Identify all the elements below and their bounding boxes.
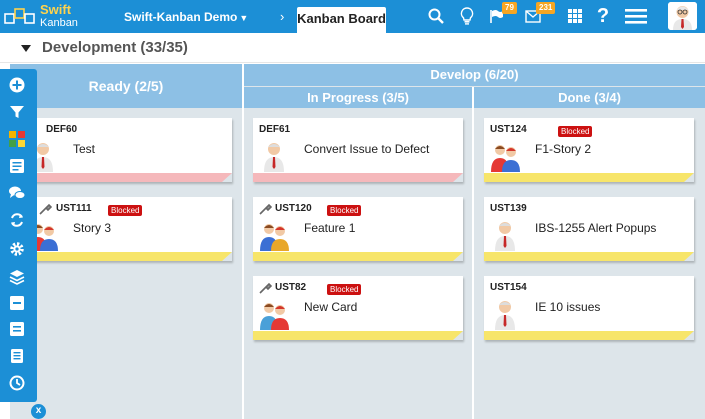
card-title: Convert Issue to Defect: [304, 142, 430, 156]
assignee-avatar: [495, 301, 515, 330]
chevron-down-icon: ▼: [239, 13, 249, 23]
help-icon[interactable]: ?: [592, 5, 614, 27]
card-id: UST120: [275, 203, 312, 214]
card-id: UST111: [56, 203, 92, 214]
card-id: UST154: [490, 282, 527, 293]
blocked-badge: Blocked: [558, 126, 593, 137]
color-legend-icon[interactable]: [8, 130, 26, 148]
filter-icon[interactable]: [8, 103, 26, 121]
column-done-header[interactable]: Done (3/4): [474, 87, 705, 108]
blocked-badge: Blocked: [327, 284, 362, 295]
card-color-strip: [253, 331, 463, 340]
toolbar-close-button[interactable]: x: [31, 404, 46, 419]
history-icon[interactable]: [8, 374, 26, 392]
blocked-badge: Blocked: [327, 205, 362, 216]
card-id: UST139: [490, 203, 527, 214]
list-icon[interactable]: [8, 320, 26, 338]
add-icon[interactable]: [8, 76, 26, 94]
kanban-card[interactable]: UST111 Blocked Story 3: [22, 197, 232, 261]
card-title: Feature 1: [304, 221, 356, 235]
card-color-strip: [484, 252, 694, 261]
notifications-badge[interactable]: 79: [502, 2, 517, 14]
card-color-strip: [484, 331, 694, 340]
column-divider: [472, 87, 474, 419]
top-bar: Swift Kanban Swift-Kanban Demo ▼ › Kanban…: [0, 0, 705, 33]
card-title: IE 10 issues: [535, 300, 601, 314]
lightbulb-icon[interactable]: [456, 5, 478, 27]
refresh-icon[interactable]: [8, 211, 26, 229]
card-id: DEF60: [46, 124, 78, 135]
wrench-icon: [259, 282, 272, 294]
card-color-strip: [22, 252, 232, 261]
kanban-card[interactable]: DEF60 Test: [22, 118, 232, 182]
logo-icon: [4, 8, 35, 24]
assignee-group-avatar: [260, 224, 289, 251]
kanban-card[interactable]: UST124 Blocked F1-Story 2: [484, 118, 694, 182]
card-title: Story 3: [73, 221, 112, 235]
collapse-caret-icon[interactable]: [21, 45, 31, 52]
project-selector[interactable]: Swift-Kanban Demo ▼: [124, 10, 248, 24]
column-divider: [242, 64, 244, 419]
card-id: UST82: [275, 282, 307, 293]
assignee-avatar: [264, 143, 284, 172]
card-title: New Card: [304, 300, 358, 314]
tab-kanban-board[interactable]: Kanban Board: [297, 7, 386, 33]
column-develop-header[interactable]: Develop (6/20): [244, 64, 705, 86]
board-toolbar: [0, 69, 37, 402]
logo-line2: Kanban: [40, 17, 78, 29]
kanban-card[interactable]: DEF61 Convert Issue to Defect: [253, 118, 463, 182]
kanban-card[interactable]: UST120 Blocked Feature 1: [253, 197, 463, 261]
messages-badge[interactable]: 231: [536, 2, 556, 14]
kanban-page: Swift Kanban Swift-Kanban Demo ▼ › Kanban…: [0, 0, 705, 419]
wrench-icon: [259, 203, 272, 215]
layers-icon[interactable]: [8, 268, 26, 286]
comments-icon[interactable]: [8, 184, 26, 202]
kanban-card[interactable]: UST82 Blocked New Card: [253, 276, 463, 340]
card-color-strip: [22, 173, 232, 182]
avatar[interactable]: [668, 2, 697, 30]
apps-grid-icon[interactable]: [564, 5, 586, 27]
card-color-strip: [253, 173, 463, 182]
menu-icon[interactable]: [625, 5, 647, 27]
kanban-card[interactable]: UST139 IBS-1255 Alert Popups: [484, 197, 694, 261]
project-name: Swift-Kanban Demo: [124, 10, 238, 24]
card-title: IBS-1255 Alert Popups: [535, 221, 657, 235]
collapse-icon[interactable]: [8, 294, 26, 312]
settings-icon[interactable]: [8, 240, 26, 258]
assignee-group-avatar: [491, 145, 520, 172]
kanban-card[interactable]: UST154 IE 10 issues: [484, 276, 694, 340]
report-icon[interactable]: [8, 347, 26, 365]
card-details-icon[interactable]: [8, 157, 26, 175]
blocked-badge: Blocked: [108, 205, 143, 216]
swimlane-title: Development (33/35): [42, 39, 188, 56]
card-color-strip: [253, 252, 463, 261]
search-icon[interactable]: [425, 5, 447, 27]
kanban-board: Ready (2/5) Develop (6/20) In Progress (…: [10, 64, 705, 419]
column-ready-header[interactable]: Ready (2/5): [10, 64, 242, 108]
card-id: UST124: [490, 124, 527, 135]
card-title: Test: [73, 142, 96, 156]
card-title: F1-Story 2: [535, 142, 592, 156]
column-in-progress-header[interactable]: In Progress (3/5): [244, 87, 472, 108]
assignee-group-avatar: [260, 303, 289, 330]
card-color-strip: [484, 173, 694, 182]
swimlane-header[interactable]: Development (33/35): [0, 33, 705, 63]
breadcrumb-chevron-icon: ›: [280, 9, 285, 24]
app-logo[interactable]: Swift Kanban: [4, 3, 104, 30]
wrench-icon: [39, 203, 52, 215]
logo-line1: Swift: [40, 2, 72, 17]
assignee-avatar: [495, 222, 515, 251]
card-id: DEF61: [259, 124, 291, 135]
